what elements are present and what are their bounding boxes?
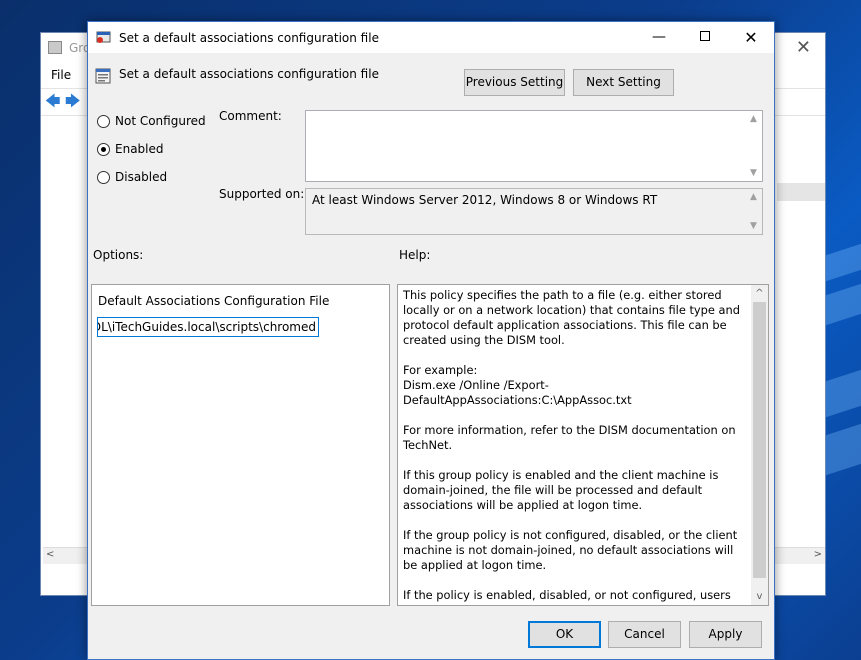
scroll-left-icon[interactable]: < bbox=[46, 549, 54, 560]
scroll-up-icon[interactable]: ▲ bbox=[745, 189, 762, 205]
config-file-label: Default Associations Configuration File bbox=[98, 294, 330, 308]
comment-scrollbar[interactable]: ▲ ▼ bbox=[745, 111, 762, 181]
scroll-down-icon[interactable]: ▼ bbox=[745, 165, 762, 181]
policy-setting-icon bbox=[95, 68, 111, 84]
help-pane: This policy specifies the path to a file… bbox=[397, 284, 769, 606]
background-close-icon[interactable]: ✕ bbox=[796, 37, 811, 58]
supported-on-box: At least Windows Server 2012, Windows 8 … bbox=[305, 188, 763, 235]
next-setting-button[interactable]: Next Setting bbox=[573, 69, 674, 96]
help-label: Help: bbox=[399, 248, 431, 262]
maximize-button[interactable] bbox=[682, 22, 728, 53]
policy-app-icon bbox=[96, 31, 111, 43]
background-selected-row bbox=[777, 183, 825, 201]
ok-button[interactable]: OK bbox=[528, 621, 601, 648]
help-scrollbar-thumb[interactable] bbox=[753, 302, 766, 578]
dialog-titlebar[interactable]: Set a default associations configuration… bbox=[88, 22, 774, 53]
comment-label: Comment: bbox=[219, 109, 282, 123]
policy-setting-dialog: Set a default associations configuration… bbox=[87, 21, 775, 660]
help-paragraph: If this group policy is enabled and the … bbox=[403, 468, 719, 512]
comment-textarea[interactable]: ▲ ▼ bbox=[305, 110, 763, 182]
minimize-button[interactable]: — bbox=[636, 22, 682, 53]
forward-arrow-icon[interactable]: 🡆 bbox=[65, 93, 83, 109]
cancel-button[interactable]: Cancel bbox=[608, 621, 681, 648]
radio-enabled-circle[interactable] bbox=[97, 143, 110, 156]
scroll-up-icon[interactable]: ▲ bbox=[745, 111, 762, 127]
scroll-up-icon[interactable]: ^ bbox=[751, 285, 768, 302]
policy-name: Set a default associations configuration… bbox=[119, 67, 379, 81]
apply-button[interactable]: Apply bbox=[689, 621, 762, 648]
supported-scrollbar[interactable]: ▲ ▼ bbox=[745, 189, 762, 234]
background-app-icon bbox=[48, 41, 62, 54]
scroll-right-icon[interactable]: > bbox=[814, 549, 822, 560]
scroll-down-icon[interactable]: v bbox=[751, 588, 768, 605]
help-text: This policy specifies the path to a file… bbox=[403, 288, 748, 605]
radio-enabled-label: Enabled bbox=[115, 142, 164, 156]
background-menu-file[interactable]: File bbox=[51, 68, 71, 82]
desktop-light-streak bbox=[822, 283, 861, 327]
config-file-value: SVOL\iTechGuides.local\scripts\chromed bbox=[97, 320, 316, 334]
help-paragraph: For example: Dism.exe /Online /Export-De… bbox=[403, 363, 632, 407]
dialog-title: Set a default associations configuration… bbox=[119, 31, 379, 45]
previous-setting-button[interactable]: Previous Setting bbox=[464, 69, 565, 96]
radio-disabled-label: Disabled bbox=[115, 170, 168, 184]
help-paragraph: If the group policy is not configured, d… bbox=[403, 528, 738, 572]
help-paragraph: This policy specifies the path to a file… bbox=[403, 288, 740, 347]
options-pane: Default Associations Configuration File … bbox=[91, 284, 390, 606]
close-icon: ✕ bbox=[744, 28, 758, 47]
scroll-down-icon[interactable]: ▼ bbox=[745, 218, 762, 234]
options-label: Options: bbox=[93, 248, 144, 262]
help-paragraph: For more information, refer to the DISM … bbox=[403, 423, 736, 452]
back-arrow-icon[interactable]: 🡄 bbox=[45, 93, 63, 109]
help-scrollbar[interactable]: ^ v bbox=[751, 285, 768, 605]
close-button[interactable]: ✕ bbox=[728, 22, 774, 53]
supported-on-value: At least Windows Server 2012, Windows 8 … bbox=[312, 193, 658, 207]
desktop-light-streak bbox=[822, 369, 861, 419]
radio-disabled-circle[interactable] bbox=[97, 171, 110, 184]
minimize-icon: — bbox=[652, 29, 666, 45]
supported-on-label: Supported on: bbox=[219, 187, 305, 201]
desktop-light-streak bbox=[822, 243, 861, 283]
config-file-input[interactable]: SVOL\iTechGuides.local\scripts\chromed bbox=[97, 317, 319, 337]
help-paragraph: If the policy is enabled, disabled, or n… bbox=[403, 588, 731, 605]
radio-not-configured-circle[interactable] bbox=[97, 115, 110, 128]
maximize-icon bbox=[700, 30, 710, 41]
radio-not-configured-label: Not Configured bbox=[115, 114, 206, 128]
desktop-light-streak bbox=[822, 423, 861, 477]
